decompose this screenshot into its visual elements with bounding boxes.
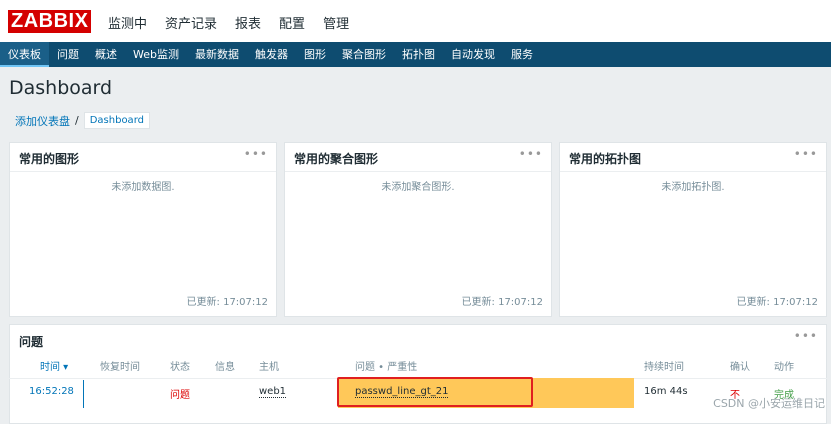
timeline-line xyxy=(83,380,84,408)
main-menu-inventory[interactable]: 资产记录 xyxy=(165,13,217,32)
sub-menu-latest-data[interactable]: 最新数据 xyxy=(187,42,247,67)
problem-time[interactable]: 16:52:28 xyxy=(29,386,74,397)
widget-menu-icon[interactable]: ••• xyxy=(794,147,818,161)
sub-menu-screens[interactable]: 聚合图形 xyxy=(334,42,394,67)
column-header-recovery-time: 恢复时间 xyxy=(100,362,140,373)
widget-divider xyxy=(10,171,276,172)
problem-status: 问题 xyxy=(170,390,190,401)
widget-divider xyxy=(285,171,551,172)
column-header-time[interactable]: 时间 ▾ xyxy=(40,358,68,373)
highlight-annotation-box xyxy=(337,377,533,407)
widget-title: 问题 xyxy=(19,335,44,349)
column-header-actions: 动作 xyxy=(774,362,794,373)
widget-favourite-graphs: 常用的图形 ••• 未添加数据图. 已更新: 17:07:12 xyxy=(9,142,277,317)
widget-menu-icon[interactable]: ••• xyxy=(244,147,268,161)
widget-empty-message: 未添加聚合图形. xyxy=(381,182,455,193)
sub-menu-services[interactable]: 服务 xyxy=(503,42,541,67)
sub-menu-graphs[interactable]: 图形 xyxy=(296,42,334,67)
widget-menu-icon[interactable]: ••• xyxy=(794,329,818,343)
column-header-info: 信息 xyxy=(215,362,235,373)
widget-updated-time: 已更新: 17:07:12 xyxy=(736,297,818,308)
widget-menu-icon[interactable]: ••• xyxy=(519,147,543,161)
breadcrumb-current[interactable]: Dashboard xyxy=(83,112,150,129)
column-header-duration: 持续时间 xyxy=(644,362,684,373)
page-title: Dashboard xyxy=(9,77,113,99)
sub-menu-maps[interactable]: 拓扑图 xyxy=(394,42,443,67)
main-menu-administration[interactable]: 管理 xyxy=(323,13,349,32)
sub-menu-web[interactable]: Web监测 xyxy=(125,42,187,67)
breadcrumb-separator: / xyxy=(75,114,79,127)
main-menu-configuration[interactable]: 配置 xyxy=(279,13,305,32)
column-header-problem-severity: 问题 • 严重性 xyxy=(355,362,418,373)
sub-menu-overview[interactable]: 概述 xyxy=(87,42,125,67)
column-header-ack: 确认 xyxy=(730,362,750,373)
sub-menu-triggers[interactable]: 触发器 xyxy=(247,42,296,67)
watermark: CSDN @小安运维日记 xyxy=(713,397,825,410)
widget-favourite-maps: 常用的拓扑图 ••• 未添加拓扑图. 已更新: 17:07:12 xyxy=(559,142,827,317)
breadcrumb: 添加仪表盘 / Dashboard xyxy=(15,112,150,129)
widget-title: 常用的拓扑图 xyxy=(569,152,642,166)
widget-title: 常用的图形 xyxy=(19,152,80,166)
widget-empty-message: 未添加拓扑图. xyxy=(661,182,725,193)
widget-favourite-screens: 常用的聚合图形 ••• 未添加聚合图形. 已更新: 17:07:12 xyxy=(284,142,552,317)
widget-title: 常用的聚合图形 xyxy=(294,152,379,166)
problem-host[interactable]: web1 xyxy=(259,386,287,398)
problem-duration[interactable]: 16m 44s xyxy=(644,386,688,397)
breadcrumb-parent[interactable]: 添加仪表盘 xyxy=(15,113,70,129)
widget-empty-message: 未添加数据图. xyxy=(111,182,175,193)
sub-menu-problems[interactable]: 问题 xyxy=(49,42,87,67)
widget-updated-time: 已更新: 17:07:12 xyxy=(186,297,268,308)
sub-menu-dashboard[interactable]: 仪表板 xyxy=(0,42,49,67)
sub-menu-discovery[interactable]: 自动发现 xyxy=(443,42,503,67)
zabbix-logo[interactable]: ZABBIX xyxy=(8,10,92,33)
widget-divider xyxy=(560,171,826,172)
top-bar: ZABBIX 监测中 资产记录 报表 配置 管理 xyxy=(0,0,831,42)
main-menu: 监测中 资产记录 报表 配置 管理 xyxy=(108,13,367,32)
main-menu-reports[interactable]: 报表 xyxy=(235,13,261,32)
column-header-host: 主机 xyxy=(259,362,279,373)
widget-updated-time: 已更新: 17:07:12 xyxy=(461,297,543,308)
sub-menu: 仪表板 问题 概述 Web监测 最新数据 触发器 图形 聚合图形 拓扑图 自动发… xyxy=(0,42,831,67)
column-header-status: 状态 xyxy=(170,362,190,373)
main-menu-monitoring[interactable]: 监测中 xyxy=(108,13,147,32)
widget-problems: 问题 ••• xyxy=(9,324,827,424)
